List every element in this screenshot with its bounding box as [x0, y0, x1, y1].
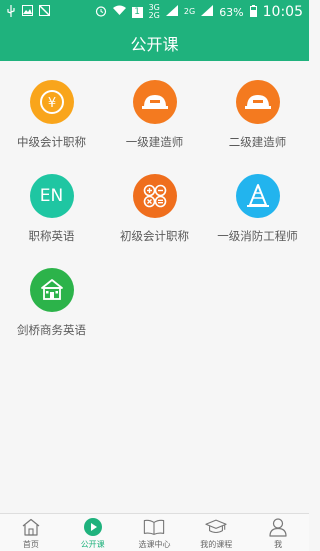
title-bar: 公开课	[0, 24, 309, 61]
course-item-first-class-constructor[interactable]: 一级建造师	[103, 80, 206, 172]
course-label: 二级建造师	[228, 135, 287, 149]
nav-course-center[interactable]: 选课中心	[124, 514, 186, 551]
hardhat-icon	[235, 80, 280, 124]
en-icon: EN	[29, 174, 74, 218]
graduation-cap-icon	[205, 517, 227, 537]
course-grid: ¥ 中级会计职称 一级建造师 二级建造师 EN 职称英语 初级会计职称 一级消防…	[0, 80, 309, 362]
course-label: 初级会计职称	[120, 229, 189, 243]
course-label: 剑桥商务英语	[17, 323, 86, 337]
wifi-icon	[112, 5, 126, 19]
course-item-junior-accounting[interactable]: 初级会计职称	[103, 174, 206, 266]
nav-my-courses[interactable]: 我的课程	[185, 514, 247, 551]
course-item-fire-engineer[interactable]: 一级消防工程师	[206, 174, 309, 266]
course-label: 职称英语	[28, 229, 75, 243]
nav-open-course[interactable]: 公开课	[62, 514, 124, 551]
course-item-bec[interactable]: 剑桥商务英语	[0, 268, 103, 360]
signal-icon	[165, 5, 178, 19]
nav-me[interactable]: 我	[247, 514, 309, 551]
network-label-2: 2G	[148, 11, 160, 20]
network-label-3: 2G	[183, 7, 196, 16]
battery-icon	[249, 4, 257, 20]
course-item-second-class-constructor[interactable]: 二级建造师	[206, 80, 309, 172]
home-icon	[20, 517, 42, 537]
calculator-icon	[132, 174, 177, 218]
alarm-icon	[95, 5, 107, 20]
building-icon	[29, 268, 74, 312]
image-icon	[22, 5, 33, 19]
nav-label: 我	[274, 540, 283, 549]
no-sim-icon	[39, 5, 50, 19]
page-title: 公开课	[130, 34, 179, 54]
nav-label: 首页	[22, 540, 39, 549]
battery-percent: 63%	[219, 5, 244, 19]
nav-label: 我的课程	[200, 540, 233, 549]
course-item-intermediate-accounting[interactable]: ¥ 中级会计职称	[0, 80, 103, 172]
course-label: 中级会计职称	[17, 135, 86, 149]
hardhat-icon	[132, 80, 177, 124]
cone-icon	[235, 174, 280, 218]
signal-icon	[201, 5, 214, 19]
book-icon	[143, 517, 165, 537]
yen-icon: ¥	[29, 80, 74, 124]
bottom-nav: 首页 公开课 选课中心 我的课程 我	[0, 513, 309, 551]
course-item-professional-english[interactable]: EN 职称英语	[0, 174, 103, 266]
status-bar: 1 3G 2G 2G 63% 10:05	[0, 0, 309, 24]
nav-home[interactable]: 首页	[0, 514, 62, 551]
usb-icon	[6, 4, 16, 20]
nav-label: 选课中心	[138, 540, 171, 549]
play-icon	[82, 517, 104, 537]
network-type: 3G 2G	[149, 4, 160, 20]
user-icon	[267, 517, 289, 537]
nav-label: 公开课	[80, 540, 105, 549]
clock: 10:05	[262, 4, 303, 20]
sim-badge: 1	[131, 6, 143, 18]
svg-text:¥: ¥	[47, 96, 55, 111]
course-label: 一级消防工程师	[217, 229, 298, 243]
course-label: 一级建造师	[125, 135, 184, 149]
